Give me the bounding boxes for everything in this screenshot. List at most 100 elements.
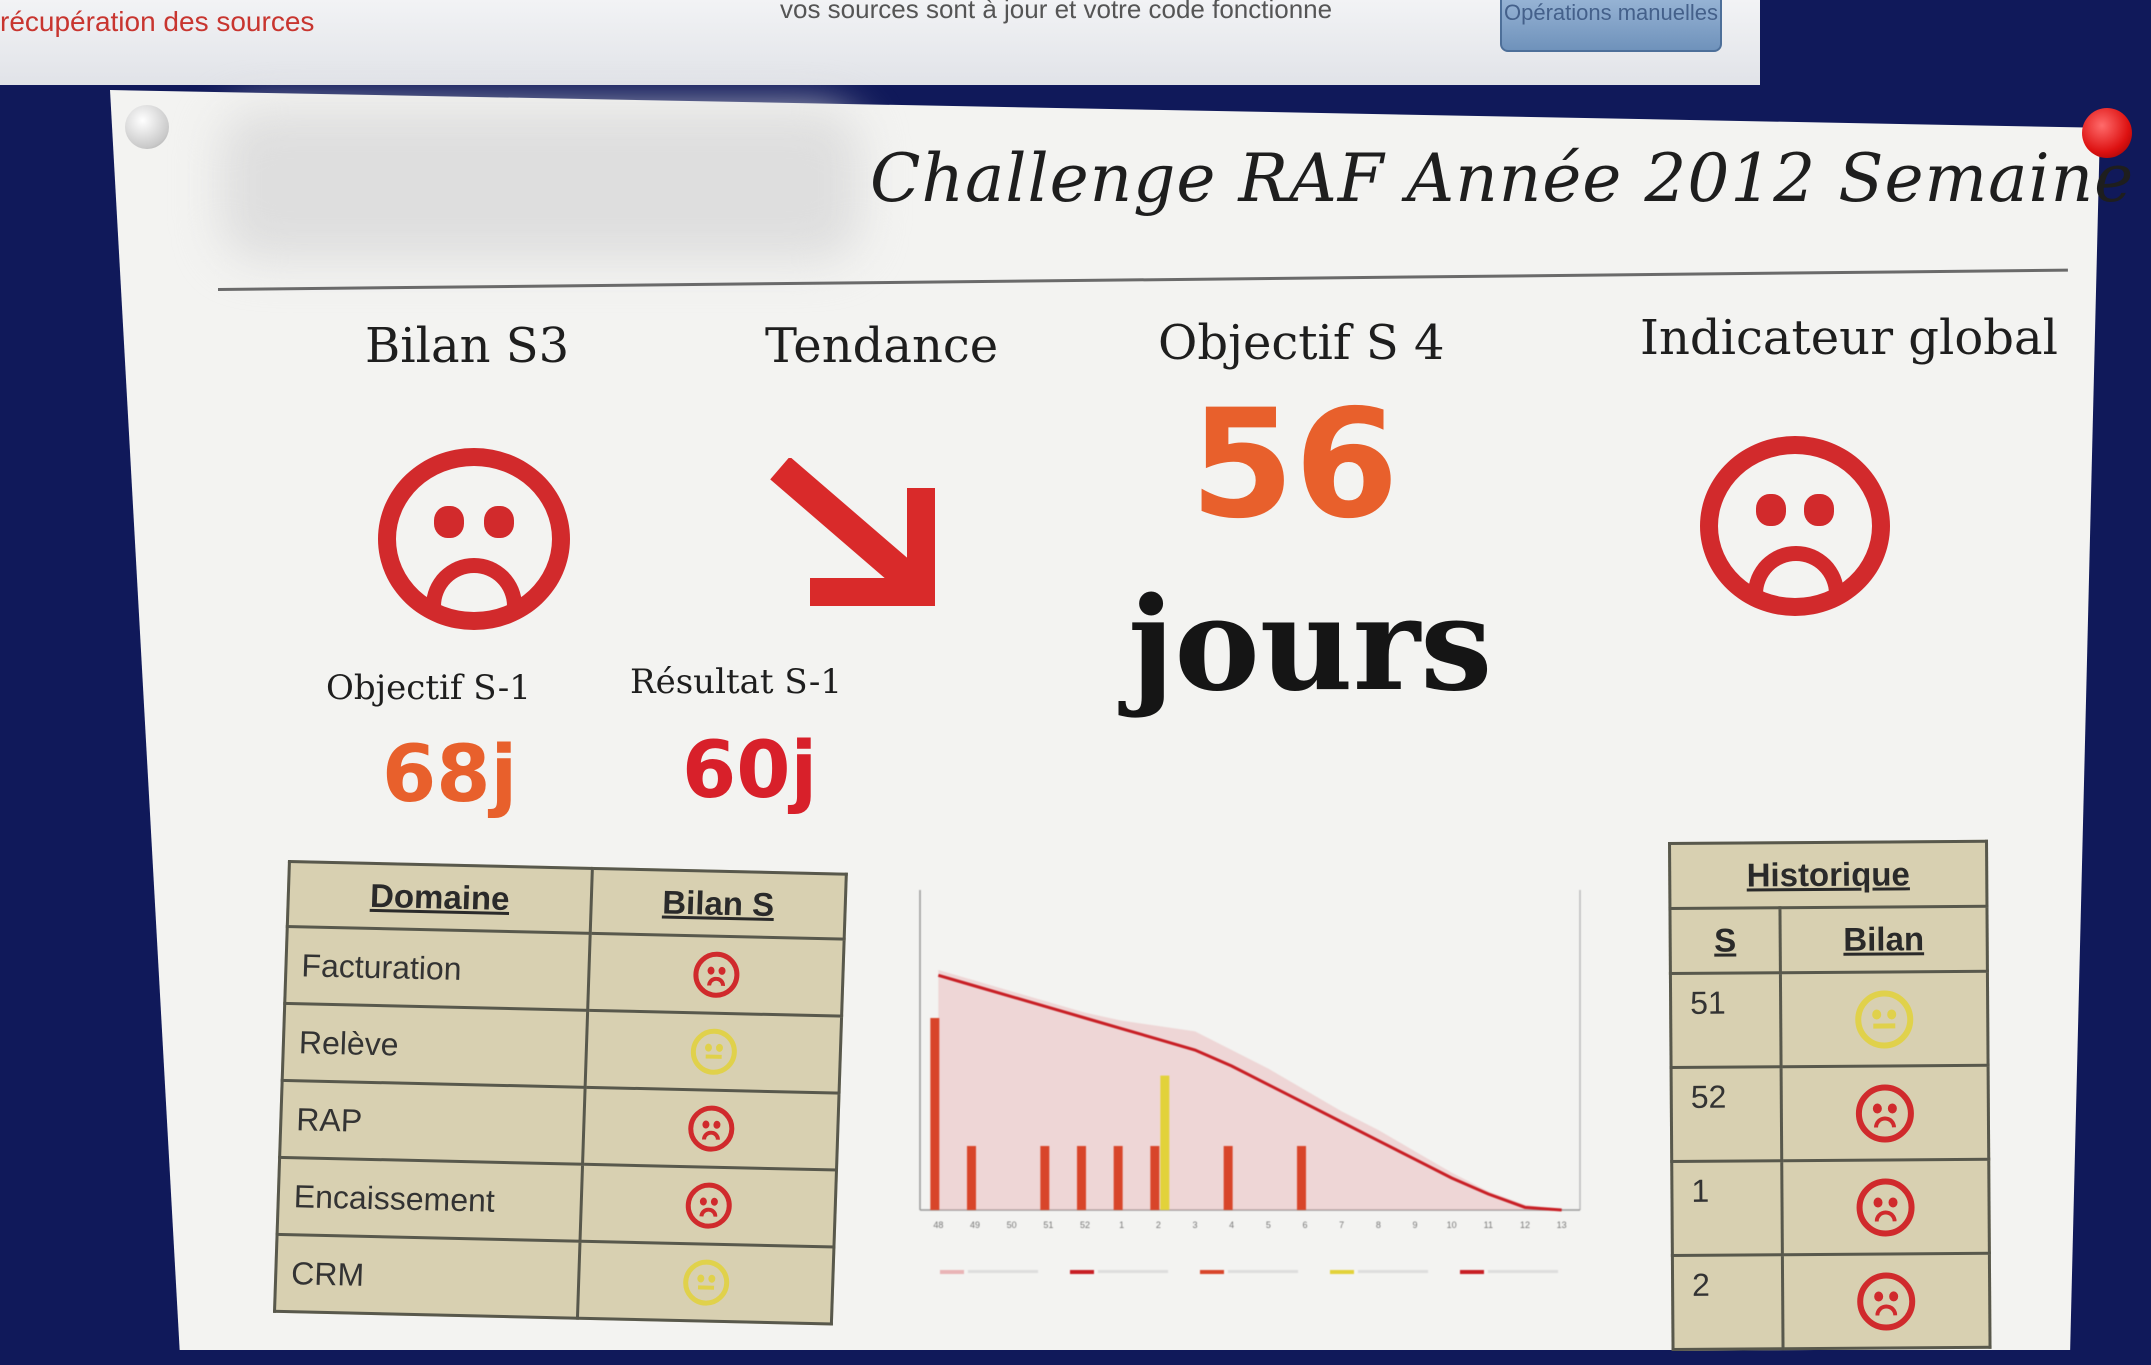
domain-table: Domaine Bilan S Facturation Relève RAP Enca… xyxy=(272,860,848,1326)
sad-face-icon xyxy=(1855,1083,1915,1143)
domain-name: RAP xyxy=(279,1080,586,1165)
chart-bar xyxy=(1077,1146,1086,1210)
column-header: Domaine xyxy=(287,861,593,934)
week-number: 1 xyxy=(1671,1160,1783,1256)
chart-x-tick-label: 11 xyxy=(1484,1220,1493,1230)
chart-x-tick-label: 5 xyxy=(1266,1220,1271,1230)
chart-x-tick-label: 9 xyxy=(1412,1220,1417,1230)
chart-bar xyxy=(1223,1146,1233,1210)
week-bilan xyxy=(1782,1253,1991,1349)
chart-bar xyxy=(1040,1146,1050,1210)
chart-x-tick-label: 13 xyxy=(1557,1220,1567,1230)
chart-legend-label xyxy=(1098,1270,1168,1273)
sad-face-icon xyxy=(1856,1177,1915,1237)
burndown-chart: 48 49 50 51 52 1 2 3 4 5 6 7 8 9 10 11 12 13 xyxy=(919,890,1581,1274)
neutral-face-icon xyxy=(1855,989,1914,1049)
chart-x-tick-label: 51 xyxy=(1043,1220,1053,1230)
objectif-s1-value: 68j xyxy=(382,730,518,820)
pushpin-white-icon xyxy=(125,105,169,149)
objectif-unit: jours xyxy=(1128,570,1493,720)
chart-legend-label xyxy=(1228,1270,1298,1273)
week-bilan xyxy=(1781,1065,1989,1161)
bilan-s3-header: Bilan S3 xyxy=(365,318,570,374)
chart-legend-swatch xyxy=(940,1270,964,1274)
chart-x-tick-label: 10 xyxy=(1447,1220,1457,1230)
domain-bilan xyxy=(582,1087,840,1171)
week-number: 2 xyxy=(1672,1254,1784,1350)
chart-legend-swatch xyxy=(1200,1270,1224,1274)
trend-down-arrow-icon xyxy=(770,458,935,606)
domain-bilan xyxy=(585,1010,842,1094)
chart-x-tick-label: 6 xyxy=(1302,1220,1307,1230)
chart-x-tick-label: 50 xyxy=(1007,1220,1017,1230)
chart-x-tick-label: 8 xyxy=(1376,1220,1381,1230)
week-bilan xyxy=(1780,971,1989,1067)
table-row: 2 xyxy=(1672,1253,1991,1350)
manual-operations-button[interactable]: Opérations manuelles xyxy=(1500,0,1722,52)
domain-name: Relève xyxy=(282,1003,588,1088)
chart-legend-swatch xyxy=(1070,1270,1094,1274)
chart-legend-swatch xyxy=(1460,1270,1484,1274)
resultat-s1-value: 60j xyxy=(682,726,818,816)
table-row: 51 xyxy=(1670,971,1989,1068)
table-row: RAP xyxy=(279,1080,840,1171)
table-row: Encaissement xyxy=(277,1157,837,1247)
week-bilan xyxy=(1781,1159,1990,1255)
domain-name: Encaissement xyxy=(277,1157,583,1242)
sad-face-icon xyxy=(378,448,570,630)
objectif-value: 56 xyxy=(1190,378,1399,552)
sad-face-icon xyxy=(692,951,740,999)
chart-x-tick-label: 7 xyxy=(1339,1220,1344,1230)
chart-x-tick-label: 1 xyxy=(1119,1220,1124,1230)
chart-bar xyxy=(967,1146,976,1210)
poster-title: Challenge RAF Année 2012 Semaine 4 xyxy=(870,140,2151,217)
objectif-s4-header: Objectif S 4 xyxy=(1158,315,1445,371)
indicateur-global-header: Indicateur global xyxy=(1640,310,2058,366)
resultat-s1-label: Résultat S-1 xyxy=(630,662,843,702)
week-number: 51 xyxy=(1670,972,1782,1068)
chart-x-tick-label: 3 xyxy=(1192,1220,1197,1230)
table-row: Relève xyxy=(282,1003,842,1094)
chart-bar xyxy=(930,1018,940,1210)
chart-x-tick-label: 2 xyxy=(1156,1220,1161,1230)
tendance-header: Tendance xyxy=(765,318,999,374)
sad-face-icon xyxy=(1857,1271,1916,1331)
domain-bilan xyxy=(577,1241,834,1324)
sad-face-icon xyxy=(687,1105,735,1153)
history-table: Historique S Bilan 51 52 1 2 xyxy=(1668,839,1992,1351)
chart-x-tick-label: 12 xyxy=(1520,1220,1530,1230)
table-row: Facturation xyxy=(284,926,845,1017)
chart-x-tick-label: 52 xyxy=(1080,1220,1090,1230)
chart-legend-label xyxy=(1358,1270,1428,1273)
column-header: Bilan S xyxy=(590,868,847,940)
chart-legend-label xyxy=(968,1270,1038,1273)
chart-area-series xyxy=(938,970,1562,1210)
chart-bar xyxy=(1150,1146,1160,1210)
blurred-logo-area xyxy=(220,110,860,260)
domain-bilan xyxy=(580,1164,837,1247)
table-row: 52 xyxy=(1671,1065,1989,1162)
sad-face-icon xyxy=(684,1182,733,1230)
neutral-face-icon xyxy=(681,1259,730,1307)
chart-x-tick-label: 4 xyxy=(1229,1220,1234,1230)
chart-bar xyxy=(1160,1075,1170,1210)
chart-legend-label xyxy=(1488,1270,1558,1273)
screen-status-text: récupération des sources xyxy=(0,6,315,37)
screen-message-text: vos sources sont à jour et votre code fo… xyxy=(780,0,1333,24)
chart-legend-swatch xyxy=(1330,1270,1354,1274)
neutral-face-icon xyxy=(689,1028,738,1076)
chart-x-tick-label: 49 xyxy=(970,1220,980,1230)
background-screen: récupération des sources vos sources son… xyxy=(0,0,1760,85)
table-row: 1 xyxy=(1671,1159,1990,1256)
domain-bilan xyxy=(587,933,845,1017)
objectif-s1-label: Objectif S-1 xyxy=(326,668,531,708)
chart-bar xyxy=(1113,1146,1123,1210)
chart-x-tick-label: 48 xyxy=(933,1220,943,1230)
week-number: 52 xyxy=(1671,1066,1782,1162)
sad-face-icon xyxy=(1700,436,1890,616)
column-header: S xyxy=(1669,907,1781,974)
domain-name: CRM xyxy=(274,1234,581,1319)
domain-name: Facturation xyxy=(284,926,591,1011)
history-title: Historique xyxy=(1669,841,1987,909)
column-header: Bilan xyxy=(1779,906,1988,973)
